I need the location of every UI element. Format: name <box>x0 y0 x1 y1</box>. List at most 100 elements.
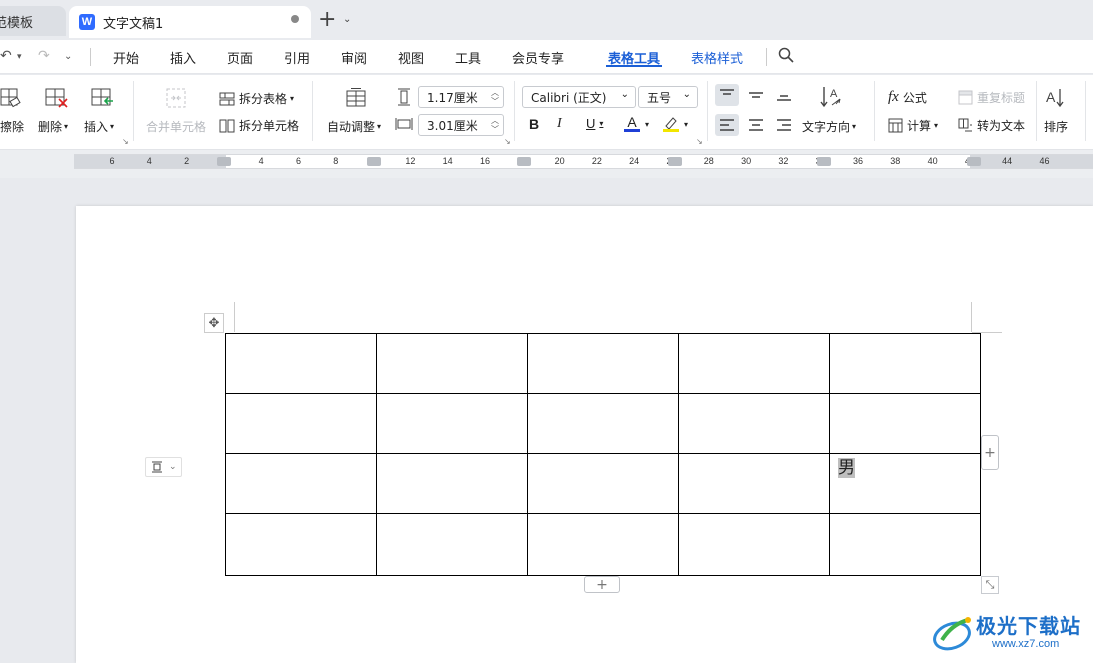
wps-writer-logo-icon: W <box>79 14 95 30</box>
search-icon[interactable] <box>778 47 794 63</box>
table-cell[interactable] <box>225 453 377 514</box>
font-name-select[interactable]: Calibri (正文) ⌄ <box>522 86 636 108</box>
table-cell[interactable] <box>527 393 679 454</box>
table-cell[interactable] <box>678 513 830 576</box>
split-cells-button[interactable]: 拆分单元格 <box>219 117 299 134</box>
table-cell[interactable] <box>527 453 679 514</box>
table-cell[interactable] <box>678 393 830 454</box>
table-cell[interactable] <box>829 513 981 576</box>
ruler-tick-label: 6 <box>295 156 302 166</box>
table-move-handle-icon[interactable]: ✥ <box>204 313 224 333</box>
ruler-column-marker[interactable] <box>367 157 381 166</box>
menu-tools[interactable]: 工具 <box>455 48 481 67</box>
add-column-button[interactable]: + <box>981 435 999 470</box>
font-size-select[interactable]: 五号 ⌄ <box>638 86 698 108</box>
menu-home[interactable]: 开始 <box>113 48 139 67</box>
underline-button[interactable]: U ▾ <box>586 116 603 131</box>
table-cell[interactable] <box>829 333 981 394</box>
row-height-field[interactable]: 1.17厘米 ︿ ﹀ <box>418 86 504 108</box>
merge-cells-button[interactable]: 合并单元格 <box>146 118 206 135</box>
table-resize-handle-icon[interactable]: ⤡ <box>981 576 999 594</box>
dialog-launcher-icon[interactable]: ↘ <box>696 137 703 146</box>
horizontal-ruler[interactable]: 6422468101214161820222426283032343638404… <box>74 154 1093 169</box>
delete-button[interactable]: 删除 ▾ <box>38 118 68 135</box>
table-cell[interactable] <box>678 333 830 394</box>
dialog-launcher-icon[interactable]: ↘ <box>504 137 511 146</box>
menu-insert[interactable]: 插入 <box>170 48 196 67</box>
erase-button[interactable]: 擦除 <box>0 118 24 135</box>
quick-access-chevron-icon[interactable]: ⌄ <box>64 51 72 62</box>
repeat-header-button[interactable]: 重复标题 <box>958 89 1025 106</box>
calculate-button[interactable]: 计算 ▾ <box>888 117 938 134</box>
auto-adjust-button[interactable]: 自动调整 ▾ <box>327 118 381 135</box>
ruler-column-marker[interactable] <box>217 157 231 166</box>
table-cell[interactable] <box>376 513 528 576</box>
undo-chevron-icon[interactable]: ▾ <box>17 52 22 62</box>
menu-view[interactable]: 视图 <box>398 48 424 67</box>
font-color-button[interactable]: A <box>624 114 640 132</box>
ruler-column-marker[interactable] <box>817 157 831 166</box>
table-cell[interactable] <box>376 333 528 394</box>
split-table-button[interactable]: 拆分表格 ▾ <box>219 90 294 107</box>
add-row-button[interactable]: + <box>584 576 620 593</box>
table-cell[interactable] <box>678 453 830 514</box>
table-cell[interactable]: 男 <box>829 453 981 514</box>
table-cell[interactable] <box>829 393 981 454</box>
align-left-icon <box>720 119 734 131</box>
align-middle-icon[interactable] <box>744 84 768 106</box>
align-right-icon[interactable] <box>772 114 796 136</box>
formula-button[interactable]: fx 公式 <box>888 89 927 106</box>
bold-button[interactable]: B <box>529 116 539 132</box>
table-cell[interactable] <box>527 333 679 394</box>
table-cell[interactable] <box>225 333 377 394</box>
ruler-column-marker[interactable] <box>668 157 682 166</box>
align-bottom-icon[interactable] <box>772 84 796 106</box>
svg-text:A: A <box>1046 89 1056 105</box>
menu-member[interactable]: 会员专享 <box>512 48 564 67</box>
unsaved-dot-icon[interactable] <box>291 15 299 23</box>
convert-to-text-button[interactable]: 转为文本 <box>958 117 1025 134</box>
text-direction-button[interactable]: 文字方向 ▾ <box>802 118 856 135</box>
ruler-area: 6422468101214161820222426283032343638404… <box>0 150 1093 327</box>
table-cell[interactable] <box>376 453 528 514</box>
redo-icon[interactable]: ↷ <box>38 48 50 64</box>
highlight-button[interactable] <box>662 116 682 135</box>
chevron-down-icon[interactable]: ▾ <box>645 120 649 129</box>
paragraph-tool-button[interactable]: ⌄ <box>145 457 182 477</box>
tab-list-chevron-icon[interactable]: ⌄ <box>343 14 351 25</box>
align-top-button[interactable] <box>715 84 739 106</box>
insert-button[interactable]: 插入 ▾ <box>84 118 114 135</box>
tab-document[interactable]: W 文字文稿1 <box>69 6 311 38</box>
font-size-value: 五号 <box>647 90 672 105</box>
sort-button[interactable]: 排序 <box>1044 118 1068 135</box>
column-width-spinner[interactable]: ︿ ﹀ <box>491 116 499 134</box>
ruler-column-marker[interactable] <box>967 157 981 166</box>
ruler-tick-label: 8 <box>333 156 339 166</box>
row-height-spinner[interactable]: ︿ ﹀ <box>491 88 499 106</box>
table-cell[interactable] <box>225 393 377 454</box>
highlighter-icon <box>663 117 679 132</box>
split-table-label: 拆分表格 <box>239 92 288 106</box>
dialog-launcher-icon[interactable]: ↘ <box>122 137 129 146</box>
text-direction-label: 文字方向 <box>802 120 851 134</box>
new-tab-button[interactable]: + <box>318 8 336 32</box>
menu-review[interactable]: 审阅 <box>341 48 367 67</box>
menu-page[interactable]: 页面 <box>227 48 253 67</box>
menu-references[interactable]: 引用 <box>284 48 310 67</box>
tab-template[interactable]: 范模板 <box>0 6 66 36</box>
column-width-value: 3.01厘米 <box>427 118 478 133</box>
table-cell[interactable] <box>376 393 528 454</box>
ruler-column-marker[interactable] <box>517 157 531 166</box>
paragraph-align-icon <box>152 461 162 473</box>
table-cell[interactable] <box>225 513 377 576</box>
chevron-down-icon: ⌄ <box>620 89 629 100</box>
italic-button[interactable]: I <box>557 116 562 132</box>
menu-table-style[interactable]: 表格样式 <box>691 48 743 67</box>
chevron-down-icon[interactable]: ▾ <box>684 120 688 129</box>
column-width-field[interactable]: 3.01厘米 ︿ ﹀ <box>418 114 504 136</box>
table-cell[interactable] <box>527 513 679 576</box>
align-left-button[interactable] <box>715 114 739 136</box>
align-center-icon[interactable] <box>744 114 768 136</box>
undo-icon[interactable]: ↶ <box>0 48 12 64</box>
document-table[interactable]: 男 <box>225 333 981 576</box>
